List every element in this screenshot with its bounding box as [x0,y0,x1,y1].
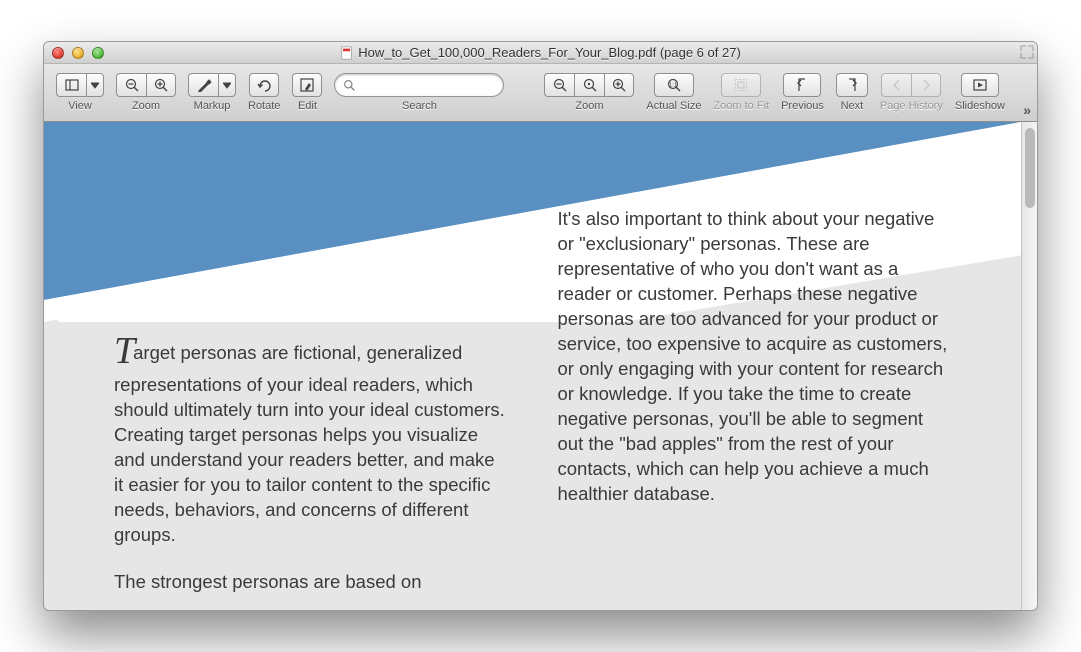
history-back-button[interactable] [881,73,911,97]
zoom-out-button[interactable] [116,73,146,97]
zoom-button[interactable] [92,47,104,59]
previous-button[interactable] [783,73,821,97]
close-button[interactable] [52,47,64,59]
history-forward-button[interactable] [911,73,941,97]
edit-button[interactable] [292,73,322,97]
toolbar: View Zoom Markup Rotate [44,64,1037,122]
next-label: Next [841,100,864,112]
slideshow-label: Slideshow [955,100,1005,112]
markup-button[interactable] [188,73,218,97]
zoom-label: Zoom [132,100,160,112]
previous-label: Previous [781,100,824,112]
rotate-label: Rotate [248,100,280,112]
edit-label: Edit [298,100,317,112]
left-paragraph-1: Target personas are fictional, generaliz… [114,322,508,548]
page-history-label: Page History [880,100,943,112]
markup-label: Markup [194,100,231,112]
search-input[interactable] [334,73,504,97]
zoom-cluster-label: Zoom [575,100,603,112]
window: How_to_Get_100,000_Readers_For_Your_Blog… [43,41,1038,611]
left-paragraph-2: The strongest personas are based on [114,570,508,595]
right-column: It's also important to think about your … [558,207,952,610]
zoom-in-button[interactable] [146,73,176,97]
window-title: How_to_Get_100,000_Readers_For_Your_Blog… [44,45,1037,60]
content-area: Target personas are fictional, generaliz… [44,122,1037,610]
left-column: Target personas are fictional, generaliz… [114,207,508,610]
pdf-icon [340,46,354,60]
drop-cap: T [114,326,135,377]
pdf-page[interactable]: Target personas are fictional, generaliz… [44,122,1021,610]
zoom-reset-button[interactable] [574,73,604,97]
view-label: View [68,100,92,112]
titlebar: How_to_Get_100,000_Readers_For_Your_Blog… [44,42,1037,64]
view-mode-button[interactable] [56,73,86,97]
search-icon [343,79,356,92]
vertical-scrollbar[interactable] [1021,122,1037,610]
actual-size-label: Actual Size [646,100,701,112]
scrollbar-thumb[interactable] [1025,128,1035,208]
minimize-button[interactable] [72,47,84,59]
svg-text:1:1: 1:1 [669,83,678,89]
slideshow-button[interactable] [961,73,999,97]
markup-dropdown[interactable] [218,73,236,97]
left-p1-text: arget personas are fictional, generalize… [114,342,505,545]
toolbar-overflow-icon[interactable]: » [1023,102,1031,118]
zoom-to-fit-label: Zoom to Fit [713,100,769,112]
actual-size-button[interactable]: 1:1 [654,73,694,97]
zoom-to-fit-button[interactable] [721,73,761,97]
zoom-out-button-2[interactable] [544,73,574,97]
search-label: Search [402,100,437,112]
next-button[interactable] [836,73,868,97]
window-title-text: How_to_Get_100,000_Readers_For_Your_Blog… [358,45,741,60]
right-paragraph-1: It's also important to think about your … [558,207,952,507]
rotate-button[interactable] [249,73,279,97]
zoom-in-button-2[interactable] [604,73,634,97]
view-mode-dropdown[interactable] [86,73,104,97]
fullscreen-icon[interactable] [1020,45,1034,59]
